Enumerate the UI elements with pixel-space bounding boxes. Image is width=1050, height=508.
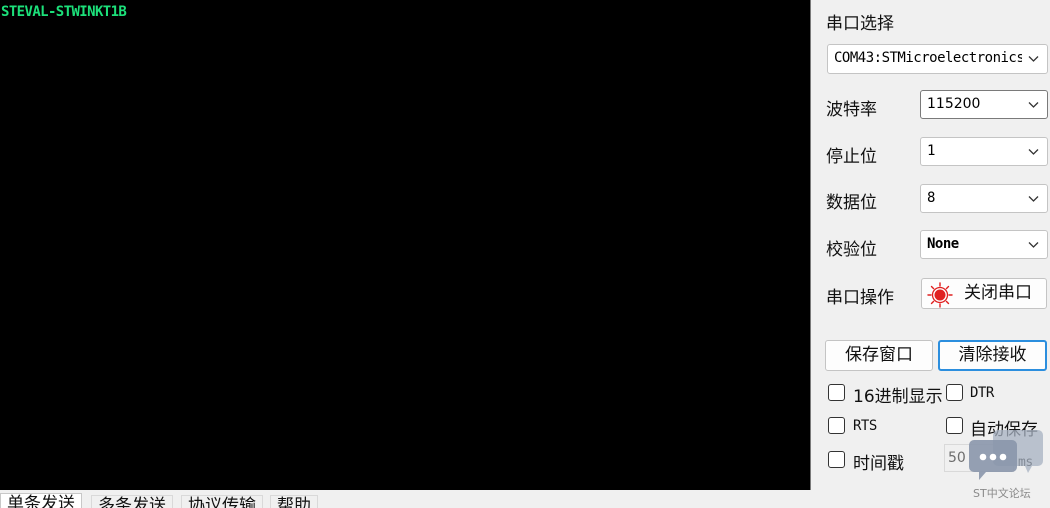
timestamp-label: 时间戳 (853, 454, 904, 474)
databits-select-value: 8 (927, 190, 935, 206)
baud-select-value: 115200 (927, 96, 981, 112)
tab-single-send[interactable]: 单条发送 (0, 493, 82, 508)
stopbits-select[interactable]: 1 (920, 137, 1048, 166)
dtr-checkbox[interactable] (946, 384, 963, 401)
timestamp-checkbox[interactable] (828, 451, 845, 468)
port-select[interactable]: COM43:STMicroelectronics (827, 44, 1048, 74)
save-window-button[interactable]: 保存窗口 (825, 340, 933, 371)
baud-select[interactable]: 115200 (920, 90, 1048, 119)
tab-multi-send[interactable]: 多条发送 (91, 495, 173, 508)
close-port-label: 关闭串口 (964, 283, 1032, 303)
chevron-down-icon (1028, 102, 1039, 108)
chevron-down-icon (1028, 56, 1039, 62)
status-indicator-icon (927, 282, 953, 308)
port-select-value: COM43:STMicroelectronics (834, 50, 1022, 66)
close-port-button[interactable]: 关闭串口 (921, 278, 1047, 309)
chevron-down-icon (1028, 196, 1039, 202)
rts-label: RTS (853, 418, 877, 434)
receive-terminal[interactable]: STEVAL-STWINKT1B (0, 0, 811, 490)
chevron-down-icon (1028, 242, 1039, 248)
clear-receive-button[interactable]: 清除接收 (938, 340, 1047, 371)
settings-panel: 串口选择 COM43:STMicroelectronics 波特率 115200… (811, 0, 1050, 490)
terminal-output: STEVAL-STWINKT1B (1, 4, 127, 20)
dtr-label: DTR (970, 385, 994, 401)
interval-value: 50 (948, 450, 966, 466)
databits-select[interactable]: 8 (920, 184, 1048, 213)
stopbits-select-value: 1 (927, 143, 935, 159)
parity-label: 校验位 (826, 240, 877, 260)
parity-select-value: None (927, 236, 959, 252)
databits-label: 数据位 (826, 193, 877, 213)
tab-protocol-transfer[interactable]: 协议传输 (181, 495, 263, 508)
hex-display-checkbox[interactable] (828, 384, 845, 401)
rts-checkbox[interactable] (828, 417, 845, 434)
auto-save-checkbox[interactable] (946, 417, 963, 434)
send-tabs: 单条发送 多条发送 协议传输 帮助 (0, 490, 1050, 508)
stopbits-label: 停止位 (826, 147, 877, 167)
baud-label: 波特率 (826, 100, 877, 120)
operate-label: 串口操作 (826, 288, 894, 308)
parity-select[interactable]: None (920, 230, 1048, 259)
hex-display-label: 16进制显示 (853, 387, 943, 407)
tab-help[interactable]: 帮助 (270, 495, 318, 508)
chevron-down-icon (1028, 149, 1039, 155)
watermark-text: ST中文论坛 (973, 487, 1031, 500)
chat-bubble-icon (969, 430, 1043, 480)
port-select-label: 串口选择 (826, 14, 894, 34)
forum-watermark: ST中文论坛 (968, 428, 1048, 506)
